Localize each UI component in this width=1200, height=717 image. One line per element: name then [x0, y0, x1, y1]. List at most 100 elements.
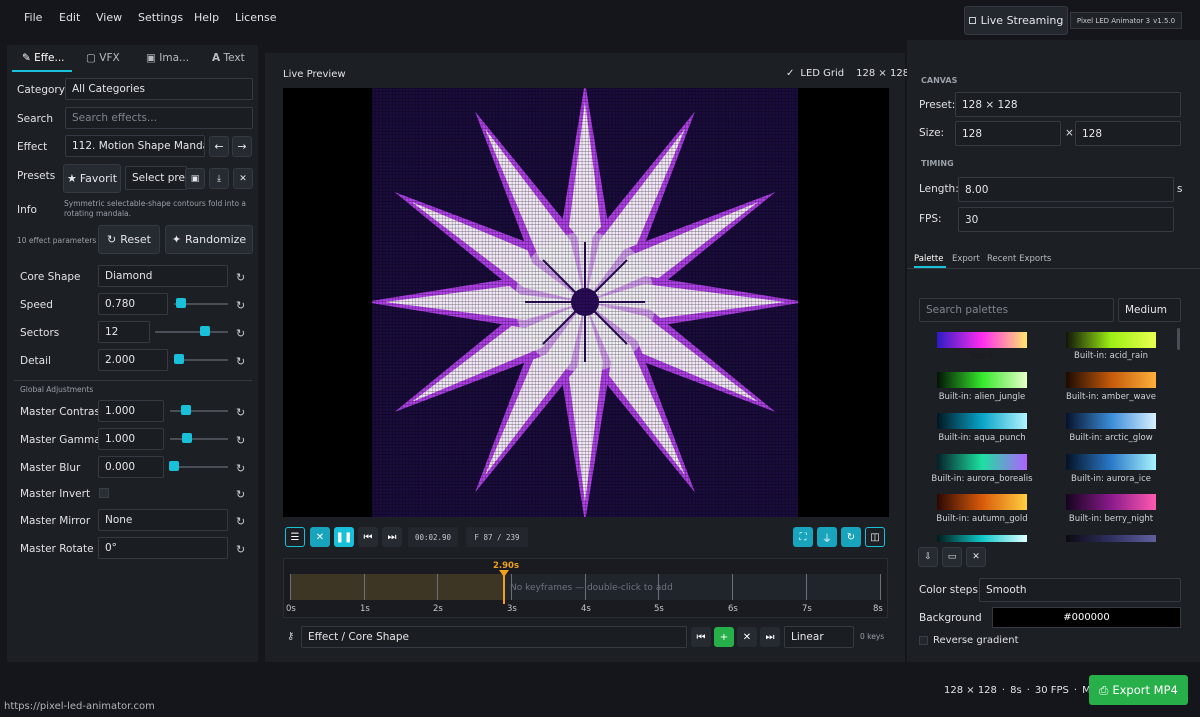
download-preset-button[interactable]: ⤓: [209, 168, 229, 189]
menu-license[interactable]: License: [235, 11, 276, 24]
effect-select[interactable]: 112. Motion Shape Manda: [65, 135, 205, 157]
preview-viewport[interactable]: [283, 88, 889, 517]
next-key-button[interactable]: ⏭: [760, 627, 780, 647]
track-select[interactable]: Effect / Core Shape: [301, 626, 687, 648]
width-input[interactable]: 128: [955, 121, 1061, 146]
background-color-input[interactable]: #000000: [992, 607, 1181, 628]
folder-button[interactable]: ▭: [942, 547, 962, 567]
palette-scrollbar[interactable]: [1177, 328, 1180, 350]
randomize-button[interactable]: ✦ Randomize: [165, 225, 253, 254]
prev-effect-button[interactable]: ←: [209, 136, 229, 157]
color-steps-select[interactable]: Smooth: [979, 578, 1181, 602]
interpolation-select[interactable]: Linear: [784, 626, 854, 648]
master-blur-input[interactable]: 0.000: [98, 456, 164, 478]
param-reset-icon[interactable]: ↻: [236, 299, 245, 312]
tab-effects-label: Effe...: [34, 52, 65, 64]
palette-swatch[interactable]: [937, 332, 1027, 348]
master-gamma-input[interactable]: 1.000: [98, 428, 164, 450]
delete-palette-button[interactable]: ✕: [966, 547, 986, 567]
canvas-preset-select[interactable]: 128 × 128: [955, 92, 1181, 117]
param-reset-icon[interactable]: ↻: [236, 434, 245, 447]
delete-key-button[interactable]: ✕: [737, 627, 757, 647]
reverse-gradient-checkbox[interactable]: [919, 636, 928, 645]
plug-button[interactable]: ⏚: [817, 527, 837, 547]
palette-search-input[interactable]: Search palettes: [919, 298, 1114, 322]
palette-swatch[interactable]: [1066, 332, 1156, 348]
master-contrast-input[interactable]: 1.000: [98, 400, 164, 422]
tab-palette[interactable]: Palette: [914, 254, 943, 264]
palette-swatch[interactable]: [1066, 413, 1156, 429]
param-reset-icon[interactable]: ↻: [236, 543, 245, 556]
menu-button[interactable]: ☰: [285, 527, 305, 547]
export-mp4-button[interactable]: ⎙ Export MP4: [1089, 675, 1188, 705]
search-input[interactable]: Search effects...: [65, 107, 253, 129]
add-key-button[interactable]: +: [714, 627, 734, 647]
palette-size-select[interactable]: Medium: [1118, 298, 1181, 322]
speed-input[interactable]: 0.780: [98, 293, 168, 315]
master-contrast-slider[interactable]: [170, 410, 228, 412]
save-preset-button[interactable]: ▣: [185, 168, 205, 189]
param-reset-icon[interactable]: ↻: [236, 271, 245, 284]
loop-button[interactable]: ↻: [841, 527, 861, 547]
skip-forward-button[interactable]: ⏭: [382, 527, 402, 547]
menu-view[interactable]: View: [96, 11, 122, 24]
master-invert-checkbox[interactable]: [99, 488, 109, 498]
palette-swatch[interactable]: [1066, 494, 1156, 510]
category-select[interactable]: All Categories: [65, 78, 253, 100]
menu-edit[interactable]: Edit: [59, 11, 80, 24]
fps-input[interactable]: 30: [958, 207, 1174, 232]
favorite-button[interactable]: ★ Favorit: [63, 164, 121, 193]
param-reset-icon[interactable]: ↻: [236, 406, 245, 419]
core-shape-select[interactable]: Diamond: [98, 265, 228, 287]
sectors-input[interactable]: 12: [98, 321, 150, 343]
length-input[interactable]: 8.00: [958, 177, 1174, 202]
sectors-slider[interactable]: [155, 331, 228, 333]
palette-swatch[interactable]: [1066, 535, 1156, 542]
menu-help[interactable]: Help: [194, 11, 219, 24]
reset-button[interactable]: ↻ Reset: [98, 225, 160, 254]
next-effect-button[interactable]: →: [232, 136, 252, 157]
tab-effects[interactable]: ✎ Effe...: [22, 52, 65, 64]
menu-file[interactable]: File: [24, 11, 42, 24]
palette-swatch[interactable]: [937, 372, 1027, 388]
speed-slider-knob[interactable]: [176, 298, 186, 308]
skip-back-button[interactable]: ⏮: [358, 527, 378, 547]
tab-recent-exports[interactable]: Recent Exports: [987, 254, 1051, 264]
palette-swatch[interactable]: [937, 454, 1027, 470]
palette-swatch[interactable]: [937, 413, 1027, 429]
master-mirror-select[interactable]: None: [98, 509, 228, 531]
palette-swatch[interactable]: [1066, 454, 1156, 470]
preset-select[interactable]: Select prese: [125, 166, 187, 190]
fit-button[interactable]: ✕: [310, 527, 330, 547]
height-input[interactable]: 128: [1075, 121, 1181, 146]
master-blur-knob[interactable]: [169, 461, 179, 471]
param-reset-icon[interactable]: ↻: [236, 462, 245, 475]
tab-text[interactable]: A Text: [212, 52, 245, 64]
menu-settings[interactable]: Settings: [138, 11, 183, 24]
tab-export[interactable]: Export: [952, 254, 980, 264]
palette-swatch[interactable]: [1066, 372, 1156, 388]
param-reset-icon[interactable]: ↻: [236, 515, 245, 528]
master-rotate-input[interactable]: 0°: [98, 537, 228, 559]
tab-image[interactable]: ▣ Ima...: [146, 52, 189, 64]
split-view-button[interactable]: ◫: [865, 527, 885, 547]
sectors-slider-knob[interactable]: [200, 326, 210, 336]
detail-input[interactable]: 2.000: [98, 349, 168, 371]
detail-slider-knob[interactable]: [174, 354, 184, 364]
led-grid-toggle[interactable]: ✓ LED Grid 128 × 128: [786, 68, 909, 79]
master-contrast-knob[interactable]: [181, 405, 191, 415]
master-gamma-knob[interactable]: [182, 433, 192, 443]
fullscreen-button[interactable]: ⛶: [793, 527, 813, 547]
master-gamma-slider[interactable]: [170, 438, 228, 440]
param-reset-icon[interactable]: ↻: [236, 488, 245, 501]
param-reset-icon[interactable]: ↻: [236, 355, 245, 368]
pause-button[interactable]: ❚❚: [334, 527, 354, 547]
param-reset-icon[interactable]: ↻: [236, 327, 245, 340]
palette-swatch[interactable]: [937, 494, 1027, 510]
import-palette-button[interactable]: ⇩: [918, 547, 938, 567]
delete-preset-button[interactable]: ✕: [233, 168, 253, 189]
prev-key-button[interactable]: ⏮: [691, 627, 711, 647]
tab-vfx[interactable]: ▢ VFX: [86, 52, 120, 64]
palette-swatch[interactable]: [937, 535, 1027, 542]
live-streaming-button[interactable]: Live Streaming: [964, 6, 1068, 35]
